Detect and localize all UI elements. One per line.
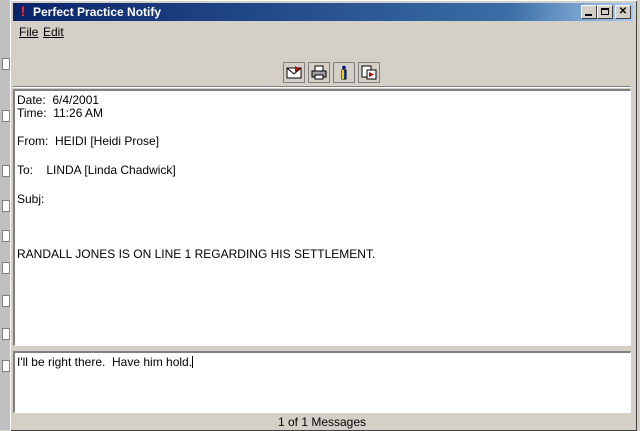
background-item <box>2 200 10 212</box>
maximize-button[interactable] <box>597 5 613 19</box>
print-icon <box>311 65 327 80</box>
minimize-icon <box>585 14 592 16</box>
status-bar: 1 of 1 Messages <box>13 415 631 431</box>
background-item <box>2 230 10 242</box>
message-subject: Subj: <box>17 192 45 206</box>
message-date: Date: 6/4/2001 <box>17 93 100 107</box>
close-button[interactable]: ✕ <box>615 5 631 19</box>
close-icon: ✕ <box>618 6 628 17</box>
info-icon <box>341 65 347 80</box>
minimize-button[interactable] <box>581 5 597 19</box>
message-time: Time: 11:26 AM <box>17 106 104 120</box>
reply-input[interactable]: I'll be right there. Have him hold. <box>13 351 631 413</box>
forward-icon <box>361 65 377 80</box>
message-to: To: LINDA [Linda Chadwick] <box>17 163 176 177</box>
menu-edit-label: Edit <box>43 25 64 39</box>
reply-line: I'll be right there. Have him hold. <box>17 355 194 369</box>
reply-icon <box>286 66 302 79</box>
notify-window: ! Perfect Practice Notify ✕ File Edit Da… <box>10 0 637 431</box>
message-pane[interactable]: Date: 6/4/2001 Time: 11:26 AM From: HEID… <box>13 89 631 346</box>
reply-text: I'll be right there. Have him hold. <box>17 355 193 369</box>
background-item <box>2 262 10 274</box>
message-body: RANDALL JONES IS ON LINE 1 REGARDING HIS… <box>17 247 376 261</box>
toolbar-separator <box>13 86 631 88</box>
menu-file-label: File <box>19 25 39 39</box>
menu-edit[interactable]: Edit <box>43 25 64 39</box>
title-bar[interactable]: ! Perfect Practice Notify ✕ <box>13 3 633 21</box>
message-count: 1 of 1 Messages <box>277 415 367 429</box>
reply-button[interactable] <box>283 62 305 83</box>
background-item <box>2 110 10 122</box>
menu-file[interactable]: File <box>19 25 38 39</box>
info-button[interactable] <box>333 62 355 83</box>
maximize-icon <box>601 8 609 15</box>
text-caret <box>192 356 194 368</box>
background-item <box>2 165 10 177</box>
exclamation-icon: ! <box>20 3 26 19</box>
message-from: From: HEIDI [Heidi Prose] <box>17 134 160 148</box>
window-title: Perfect Practice Notify <box>33 5 162 19</box>
background-item <box>2 58 10 70</box>
print-button[interactable] <box>308 62 330 83</box>
background-item <box>2 295 10 307</box>
menu-bar: File Edit <box>13 23 633 41</box>
background-item <box>2 328 10 340</box>
background-item <box>2 360 10 372</box>
forward-button[interactable] <box>358 62 380 83</box>
